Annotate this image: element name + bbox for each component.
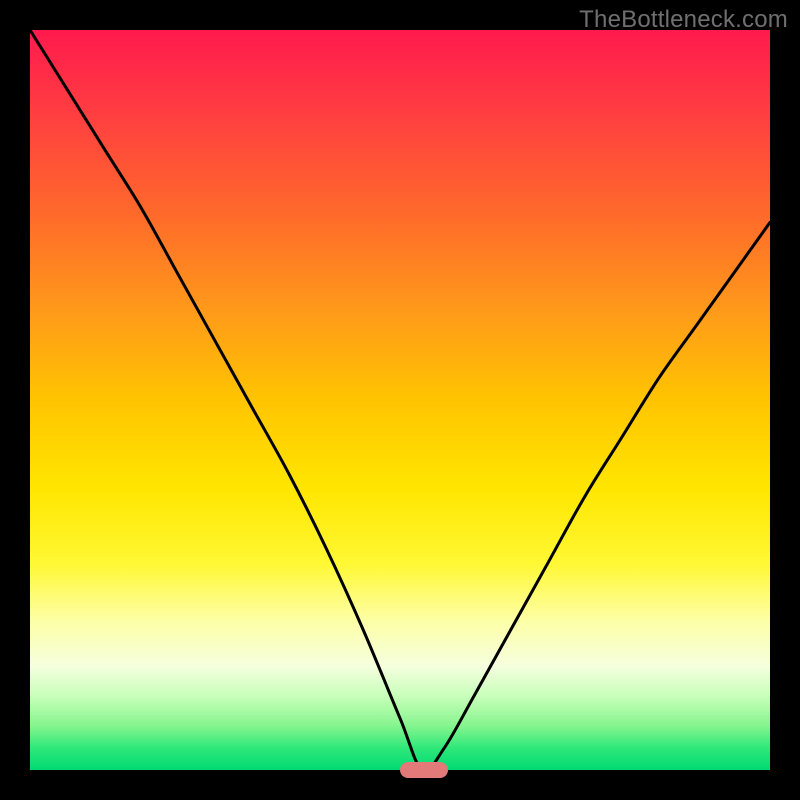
plot-area: [30, 30, 770, 770]
watermark-text: TheBottleneck.com: [579, 6, 788, 34]
minimum-marker: [400, 762, 448, 778]
curve-path: [30, 30, 770, 770]
bottleneck-curve: [30, 30, 770, 770]
chart-frame: TheBottleneck.com: [0, 0, 800, 800]
